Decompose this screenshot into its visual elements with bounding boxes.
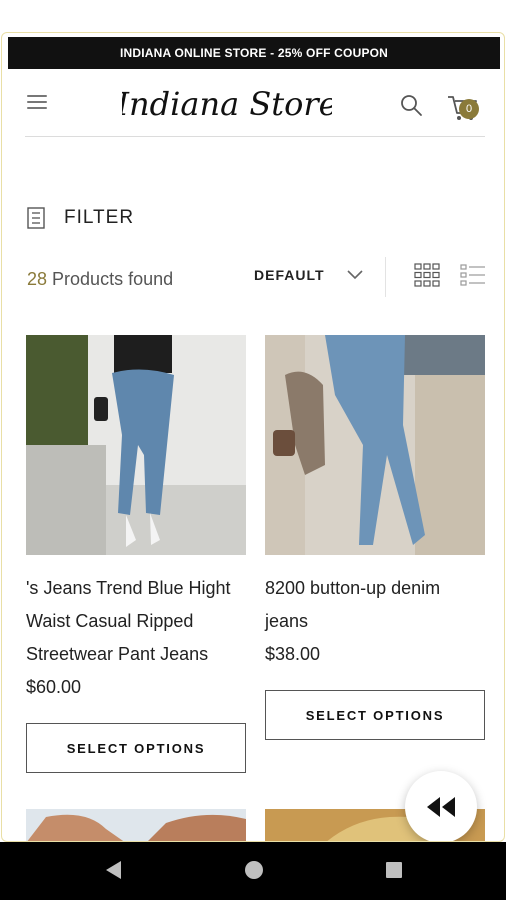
header-divider — [25, 136, 485, 137]
header: Indiana Store — [2, 73, 504, 137]
rewind-icon — [427, 797, 455, 817]
cart-count: 0 — [465, 103, 473, 115]
product-name[interactable]: 's Jeans Trend Blue Hight Waist Casual R… — [26, 572, 246, 671]
product-image[interactable] — [26, 335, 246, 555]
filter-button[interactable]: FILTER — [26, 205, 134, 231]
product-name[interactable]: 8200 button-up denim jeans — [265, 572, 485, 638]
product-price: $60.00 — [26, 677, 82, 697]
toolbar-divider — [385, 257, 386, 297]
back-icon[interactable] — [103, 859, 123, 881]
logo-text: Indiana Store — [122, 85, 332, 123]
product-image[interactable] — [26, 809, 246, 842]
product-price: $38.00 — [265, 644, 321, 664]
select-options-label: SELECT OPTIONS — [305, 707, 445, 723]
product-card: 8200 button-up denim jeans $38.00 — [265, 335, 485, 671]
products-found: 28 Products found — [27, 269, 173, 290]
grid-view-icon[interactable] — [414, 263, 440, 287]
recents-icon[interactable] — [384, 859, 404, 881]
promo-text: INDIANA ONLINE STORE - 25% OFF COUPON — [119, 46, 389, 60]
products-found-count: 28 — [27, 269, 48, 289]
product-name-line: 's Jeans Trend Blue Hight — [26, 578, 231, 598]
products-found-text: Products found — [47, 269, 174, 289]
filter-icon — [27, 207, 45, 229]
chevron-down-icon — [346, 270, 363, 280]
product-name-line: jeans — [265, 611, 309, 631]
product-image[interactable] — [265, 335, 485, 555]
select-options-button[interactable]: SELECT OPTIONS — [265, 690, 485, 740]
search-icon[interactable] — [399, 93, 423, 117]
app-frame: INDIANA ONLINE STORE - 25% OFF COUPON In… — [1, 32, 505, 842]
product-name-line: Streetwear Pant Jeans — [26, 644, 209, 664]
sort-label: DEFAULT — [254, 267, 325, 283]
select-options-button[interactable]: SELECT OPTIONS — [26, 723, 246, 773]
filter-label: FILTER — [64, 207, 135, 228]
menu-icon[interactable] — [27, 95, 47, 111]
product-name-line: 8200 button-up denim — [265, 578, 441, 598]
rewind-button[interactable] — [405, 771, 477, 841]
sort-dropdown[interactable]: DEFAULT — [254, 267, 363, 283]
home-icon[interactable] — [243, 859, 265, 881]
system-nav-bar — [0, 842, 506, 900]
select-options-label: SELECT OPTIONS — [66, 740, 206, 756]
promo-banner[interactable]: INDIANA ONLINE STORE - 25% OFF COUPON — [8, 37, 500, 69]
product-card: 's Jeans Trend Blue Hight Waist Casual R… — [26, 335, 246, 704]
list-view-icon[interactable] — [460, 264, 486, 286]
store-logo[interactable]: Indiana Store — [122, 73, 332, 137]
product-name-line: Waist Casual Ripped — [26, 611, 194, 631]
cart-count-badge: 0 — [459, 99, 479, 119]
